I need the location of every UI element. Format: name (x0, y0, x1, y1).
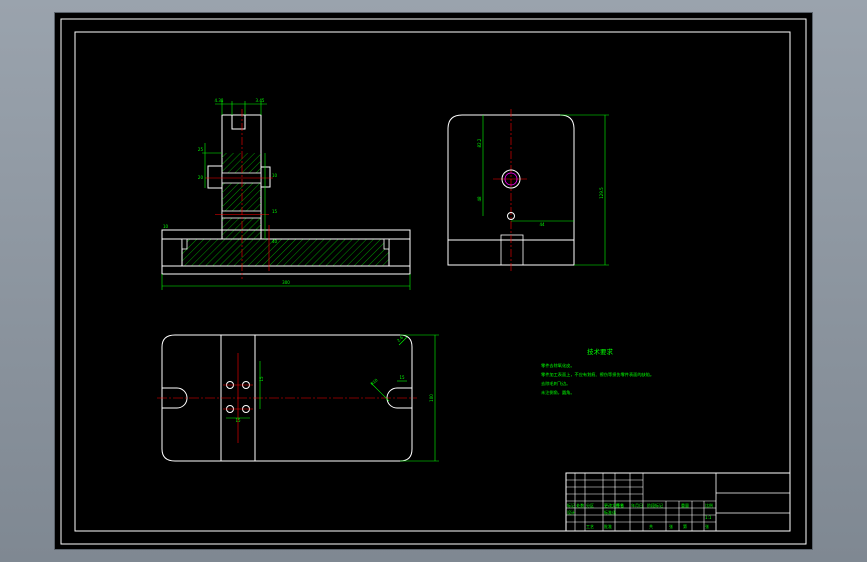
tech-req-item-3: 去除毛刺飞边。 (541, 380, 570, 387)
left-dim-text-1: 25 (198, 147, 204, 152)
top-height-dim-text: 100 (429, 394, 434, 402)
base-step-dim-text: 10 (163, 224, 169, 229)
side-boss-right (260, 166, 271, 188)
tb-sheet-total: 共 (649, 523, 653, 529)
side-horizontal-dim-text: 44 (539, 222, 545, 227)
hole-dim-text: 2.6 (396, 335, 404, 343)
stem-hatch (222, 153, 261, 239)
radius-dim-text: R10 (369, 377, 379, 386)
hole-spacing-dim-text: 15 (235, 418, 241, 423)
tb-label-stage: 阶段标记 (647, 502, 663, 508)
front-section-view: 300 4.38 3.45 25 20 10 15 10 40 (161, 98, 411, 290)
right-dim-text-2: 15 (272, 209, 278, 214)
slot-dim-text: 15 (399, 375, 405, 380)
tb-label-design: 设计 (567, 509, 575, 515)
base-left-step (162, 238, 183, 267)
engineering-drawing: 300 4.38 3.45 25 20 10 15 10 40 129.5 82… (60, 18, 807, 545)
top-right-dim-text: 3.45 (256, 98, 265, 103)
side-boss (207, 165, 223, 189)
tb-label-process: 工艺 (586, 524, 594, 529)
side-height-dim-text: 129.5 (599, 187, 604, 199)
tb-label-sign: 签名 (616, 502, 624, 508)
base-left-notch (181, 238, 188, 250)
tech-req-item-4: 未注倒角，圆角。 (541, 389, 575, 396)
title-block: 标记 处数 分区 更改文件号 签名 年月日 设计 标准化 工艺 批准 阶段标记 … (565, 472, 791, 532)
tb-label-zone: 分区 (586, 502, 594, 508)
right-dim-text-1: 10 (272, 173, 278, 178)
tb-label-mark: 标记 处数 (567, 502, 584, 508)
tb-sheet-index: 第 (683, 523, 687, 529)
base-right-step (388, 238, 410, 267)
width-dim-text: 300 (282, 280, 290, 285)
base-hatch (182, 239, 389, 266)
sheet-inner-border (74, 31, 791, 532)
technical-requirements: 技术要求 零件去除氧化皮。 零件加工表面上，不应有划痕、擦伤等损伤零件表面的缺陷… (541, 347, 654, 396)
base-height-dim-text: 40 (272, 239, 278, 244)
tech-req-item-1: 零件去除氧化皮。 (541, 362, 575, 369)
base-right-notch (383, 238, 390, 250)
spacing-dim-text: 15 (259, 376, 264, 382)
tech-req-item-2: 零件加工表面上，不应有划痕、擦伤等损伤零件表面的缺陷。 (541, 371, 654, 378)
tb-label-standard: 标准化 (604, 509, 616, 515)
tech-req-title: 技术要求 (587, 347, 614, 356)
top-view: 100 R10 2.6 15 15 15 (157, 334, 439, 462)
top-slot (231, 115, 246, 130)
side-view: 129.5 82.2 48 44 (447, 109, 609, 271)
tb-sheet-total-unit: 张 (669, 523, 673, 529)
sheet-outer-border (60, 18, 807, 545)
side-hole-dim-text: 82.2 (477, 138, 482, 147)
tb-label-date: 年月日 (631, 502, 643, 508)
cad-viewport[interactable]: 300 4.38 3.45 25 20 10 15 10 40 129.5 82… (55, 13, 812, 549)
left-dim-text-2: 20 (198, 175, 204, 180)
side-vertical-dim-text: 48 (477, 196, 482, 202)
top-left-dim-text: 4.38 (215, 98, 224, 103)
tb-label-weight: 重量 (681, 502, 689, 508)
tb-label-approve: 批准 (604, 523, 612, 529)
tb-scale-value: 1:1 (705, 515, 712, 520)
tb-label-scale: 比例 (705, 502, 713, 508)
tb-sheet-index-unit: 张 (705, 523, 709, 529)
